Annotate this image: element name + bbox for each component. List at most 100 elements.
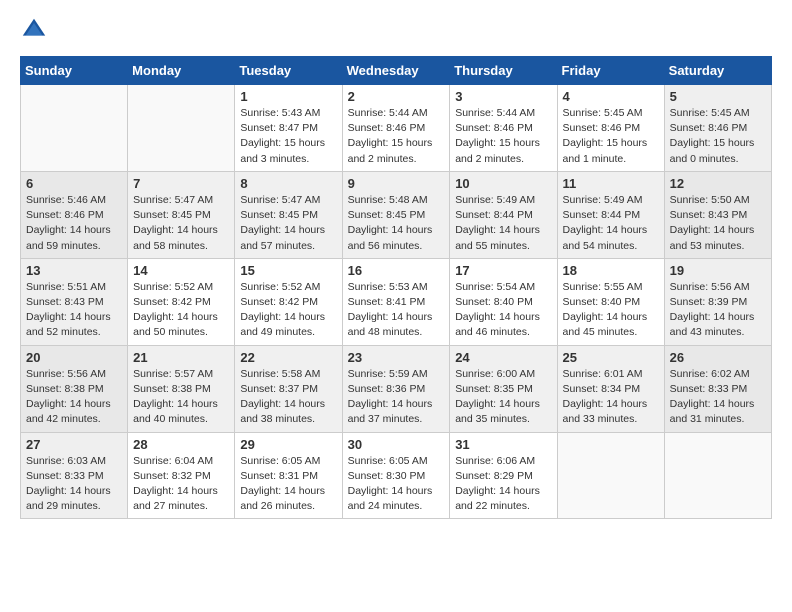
day-info: Sunrise: 5:53 AM Sunset: 8:41 PM Dayligh… <box>348 280 445 341</box>
logo <box>20 16 52 44</box>
day-info: Sunrise: 6:00 AM Sunset: 8:35 PM Dayligh… <box>455 367 551 428</box>
day-info: Sunrise: 5:54 AM Sunset: 8:40 PM Dayligh… <box>455 280 551 341</box>
day-info: Sunrise: 6:04 AM Sunset: 8:32 PM Dayligh… <box>133 454 229 515</box>
calendar-cell: 17Sunrise: 5:54 AM Sunset: 8:40 PM Dayli… <box>450 258 557 345</box>
calendar-cell: 23Sunrise: 5:59 AM Sunset: 8:36 PM Dayli… <box>342 345 450 432</box>
calendar-week-4: 20 Sunrise: 5:56 AM Sunset: 8:38 PM Dayli… <box>21 345 772 432</box>
calendar-cell: 18Sunrise: 5:55 AM Sunset: 8:40 PM Dayli… <box>557 258 664 345</box>
calendar-cell: 29Sunrise: 6:05 AM Sunset: 8:31 PM Dayli… <box>235 432 342 519</box>
day-info: Sunrise: 5:47 AM Sunset: 8:45 PM Dayligh… <box>240 193 336 254</box>
day-number: 7 <box>133 176 229 191</box>
day-number: 8 <box>240 176 336 191</box>
day-number: 24 <box>455 350 551 365</box>
day-number: 22 <box>240 350 336 365</box>
weekday-header-tuesday: Tuesday <box>235 57 342 85</box>
day-number: 27 <box>26 437 122 452</box>
day-number: 12 <box>670 176 766 191</box>
calendar-cell: 16 Sunrise: 5:53 AM Sunset: 8:41 PM Dayli… <box>342 258 450 345</box>
calendar-week-5: 27Sunrise: 6:03 AM Sunset: 8:33 PM Dayli… <box>21 432 772 519</box>
calendar-cell: 6 Sunrise: 5:46 AM Sunset: 8:46 PM Daylig… <box>21 171 128 258</box>
calendar-cell: 10 Sunrise: 5:49 AM Sunset: 8:44 PM Dayli… <box>450 171 557 258</box>
calendar-cell: 7 Sunrise: 5:47 AM Sunset: 8:45 PM Daylig… <box>128 171 235 258</box>
calendar-cell: 19Sunrise: 5:56 AM Sunset: 8:39 PM Dayli… <box>664 258 771 345</box>
day-number: 15 <box>240 263 336 278</box>
day-info: Sunrise: 5:46 AM Sunset: 8:46 PM Dayligh… <box>26 193 122 254</box>
day-info: Sunrise: 5:47 AM Sunset: 8:45 PM Dayligh… <box>133 193 229 254</box>
day-info: Sunrise: 5:43 AM Sunset: 8:47 PM Dayligh… <box>240 106 336 167</box>
weekday-header-friday: Friday <box>557 57 664 85</box>
day-number: 11 <box>563 176 659 191</box>
calendar-cell: 13 Sunrise: 5:51 AM Sunset: 8:43 PM Dayli… <box>21 258 128 345</box>
calendar-cell: 20 Sunrise: 5:56 AM Sunset: 8:38 PM Dayli… <box>21 345 128 432</box>
calendar-cell: 5 Sunrise: 5:45 AM Sunset: 8:46 PM Daylig… <box>664 85 771 172</box>
calendar-cell: 21 Sunrise: 5:57 AM Sunset: 8:38 PM Dayli… <box>128 345 235 432</box>
day-info: Sunrise: 5:58 AM Sunset: 8:37 PM Dayligh… <box>240 367 336 428</box>
calendar-week-3: 13 Sunrise: 5:51 AM Sunset: 8:43 PM Dayli… <box>21 258 772 345</box>
day-info: Sunrise: 5:44 AM Sunset: 8:46 PM Dayligh… <box>348 106 445 167</box>
day-number: 2 <box>348 89 445 104</box>
calendar-header-row: SundayMondayTuesdayWednesdayThursdayFrid… <box>21 57 772 85</box>
calendar-week-1: 1 Sunrise: 5:43 AM Sunset: 8:47 PM Daylig… <box>21 85 772 172</box>
day-info: Sunrise: 6:06 AM Sunset: 8:29 PM Dayligh… <box>455 454 551 515</box>
calendar-week-2: 6 Sunrise: 5:46 AM Sunset: 8:46 PM Daylig… <box>21 171 772 258</box>
day-number: 20 <box>26 350 122 365</box>
calendar-cell: 8 Sunrise: 5:47 AM Sunset: 8:45 PM Daylig… <box>235 171 342 258</box>
calendar-cell: 4Sunrise: 5:45 AM Sunset: 8:46 PM Daylig… <box>557 85 664 172</box>
calendar-cell: 1 Sunrise: 5:43 AM Sunset: 8:47 PM Daylig… <box>235 85 342 172</box>
calendar-cell: 2 Sunrise: 5:44 AM Sunset: 8:46 PM Daylig… <box>342 85 450 172</box>
weekday-header-saturday: Saturday <box>664 57 771 85</box>
day-info: Sunrise: 5:52 AM Sunset: 8:42 PM Dayligh… <box>133 280 229 341</box>
calendar-cell <box>128 85 235 172</box>
day-info: Sunrise: 5:45 AM Sunset: 8:46 PM Dayligh… <box>670 106 766 167</box>
day-number: 6 <box>26 176 122 191</box>
weekday-header-wednesday: Wednesday <box>342 57 450 85</box>
day-info: Sunrise: 5:52 AM Sunset: 8:42 PM Dayligh… <box>240 280 336 341</box>
calendar-cell: 27Sunrise: 6:03 AM Sunset: 8:33 PM Dayli… <box>21 432 128 519</box>
day-info: Sunrise: 5:49 AM Sunset: 8:44 PM Dayligh… <box>455 193 551 254</box>
day-info: Sunrise: 5:55 AM Sunset: 8:40 PM Dayligh… <box>563 280 659 341</box>
day-number: 16 <box>348 263 445 278</box>
calendar-cell: 24 Sunrise: 6:00 AM Sunset: 8:35 PM Dayli… <box>450 345 557 432</box>
day-info: Sunrise: 5:44 AM Sunset: 8:46 PM Dayligh… <box>455 106 551 167</box>
calendar-cell <box>664 432 771 519</box>
day-number: 3 <box>455 89 551 104</box>
day-number: 13 <box>26 263 122 278</box>
calendar-cell: 14 Sunrise: 5:52 AM Sunset: 8:42 PM Dayli… <box>128 258 235 345</box>
logo-icon <box>20 16 48 44</box>
day-number: 29 <box>240 437 336 452</box>
calendar-cell: 12 Sunrise: 5:50 AM Sunset: 8:43 PM Dayli… <box>664 171 771 258</box>
day-info: Sunrise: 6:01 AM Sunset: 8:34 PM Dayligh… <box>563 367 659 428</box>
day-info: Sunrise: 6:02 AM Sunset: 8:33 PM Dayligh… <box>670 367 766 428</box>
calendar-body: 1 Sunrise: 5:43 AM Sunset: 8:47 PM Daylig… <box>21 85 772 519</box>
day-info: Sunrise: 5:45 AM Sunset: 8:46 PM Dayligh… <box>563 106 659 167</box>
day-info: Sunrise: 5:51 AM Sunset: 8:43 PM Dayligh… <box>26 280 122 341</box>
day-number: 10 <box>455 176 551 191</box>
day-number: 23 <box>348 350 445 365</box>
day-info: Sunrise: 5:48 AM Sunset: 8:45 PM Dayligh… <box>348 193 445 254</box>
weekday-header-thursday: Thursday <box>450 57 557 85</box>
calendar-cell: 9 Sunrise: 5:48 AM Sunset: 8:45 PM Daylig… <box>342 171 450 258</box>
weekday-header-sunday: Sunday <box>21 57 128 85</box>
day-number: 14 <box>133 263 229 278</box>
day-number: 25 <box>563 350 659 365</box>
calendar-cell <box>21 85 128 172</box>
calendar-cell: 31Sunrise: 6:06 AM Sunset: 8:29 PM Dayli… <box>450 432 557 519</box>
calendar-cell: 30 Sunrise: 6:05 AM Sunset: 8:30 PM Dayli… <box>342 432 450 519</box>
calendar-cell: 11 Sunrise: 5:49 AM Sunset: 8:44 PM Dayli… <box>557 171 664 258</box>
day-info: Sunrise: 5:50 AM Sunset: 8:43 PM Dayligh… <box>670 193 766 254</box>
day-number: 30 <box>348 437 445 452</box>
day-info: Sunrise: 5:57 AM Sunset: 8:38 PM Dayligh… <box>133 367 229 428</box>
calendar-cell: 22 Sunrise: 5:58 AM Sunset: 8:37 PM Dayli… <box>235 345 342 432</box>
calendar-cell: 3 Sunrise: 5:44 AM Sunset: 8:46 PM Daylig… <box>450 85 557 172</box>
day-info: Sunrise: 5:56 AM Sunset: 8:38 PM Dayligh… <box>26 367 122 428</box>
day-number: 5 <box>670 89 766 104</box>
day-number: 1 <box>240 89 336 104</box>
calendar-cell: 26Sunrise: 6:02 AM Sunset: 8:33 PM Dayli… <box>664 345 771 432</box>
day-info: Sunrise: 5:49 AM Sunset: 8:44 PM Dayligh… <box>563 193 659 254</box>
day-number: 9 <box>348 176 445 191</box>
day-number: 28 <box>133 437 229 452</box>
weekday-header-monday: Monday <box>128 57 235 85</box>
day-info: Sunrise: 5:56 AM Sunset: 8:39 PM Dayligh… <box>670 280 766 341</box>
day-number: 21 <box>133 350 229 365</box>
day-info: Sunrise: 6:05 AM Sunset: 8:30 PM Dayligh… <box>348 454 445 515</box>
